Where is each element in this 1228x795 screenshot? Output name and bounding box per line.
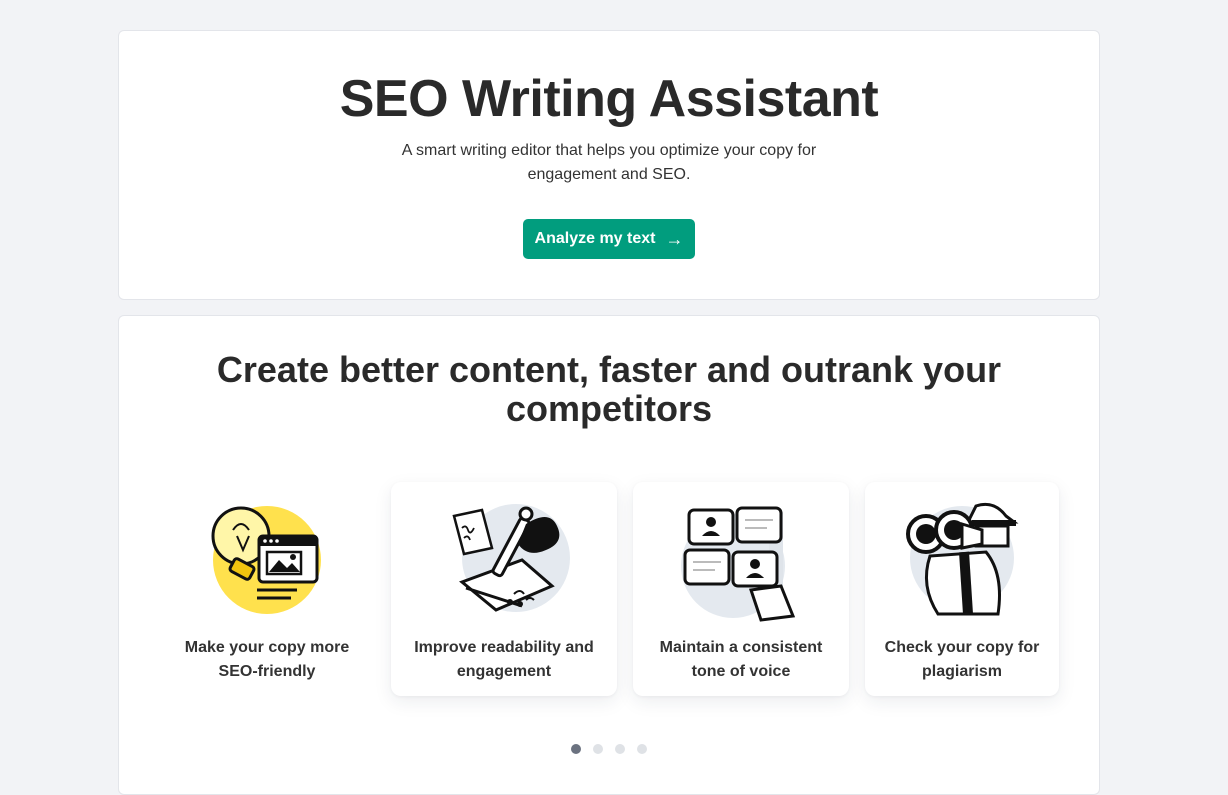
lightbulb-browser-icon [211,506,321,614]
feature-label: Maintain a consistent tone of voice [659,639,823,680]
feature-label: Check your copy for plagiarism [884,639,1040,680]
analyze-my-text-button[interactable]: Analyze my text → [523,219,695,259]
features-heading: Create better content, faster and outran… [216,349,1002,429]
feature-label: Improve readability and engagement [414,639,594,680]
feature-tile-seo-friendly[interactable]: Make your copy more SEO-friendly [161,482,373,696]
carousel-dot-4[interactable] [637,744,647,754]
carousel-pagination [571,744,647,754]
carousel-dot-2[interactable] [593,744,603,754]
analyze-button-label: Analyze my text [534,230,656,247]
page-title: SEO Writing Assistant [339,70,879,128]
feature-tile-tone-of-voice[interactable]: Maintain a consistent tone of voice [633,482,849,696]
arrow-right-icon: → [665,229,684,249]
features-card: Create better content, faster and outran… [118,315,1100,795]
feature-tile-readability[interactable]: Improve readability and engagement [391,482,617,696]
feature-tile-plagiarism[interactable]: Check your copy for plagiarism [865,482,1059,696]
feature-label: Make your copy more SEO-friendly [184,639,350,680]
hand-writing-icon [452,504,570,612]
puzzle-pieces-icon [681,506,796,622]
carousel-dot-1[interactable] [571,744,581,754]
carousel-dot-3[interactable] [615,744,625,754]
hero-card: SEO Writing Assistant A smart writing ed… [118,30,1100,300]
page-subtitle: A smart writing editor that helps you op… [401,142,817,183]
spy-binoculars-icon [906,502,1019,616]
